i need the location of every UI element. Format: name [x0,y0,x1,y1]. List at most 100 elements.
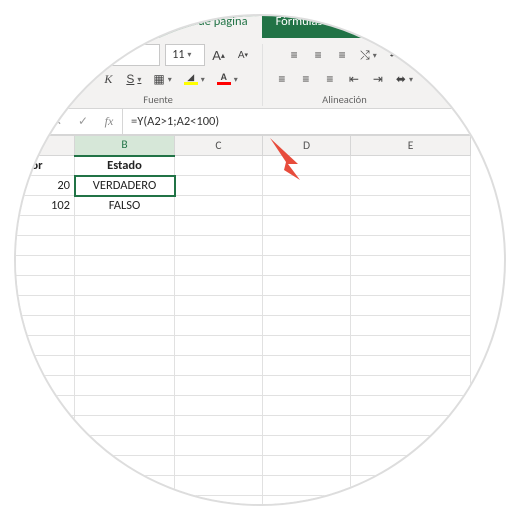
col-header-E[interactable]: E [351,136,471,156]
cell-B7[interactable] [75,276,175,296]
cell-E3[interactable] [351,196,471,216]
cell-D6[interactable] [263,256,351,276]
cell-B14[interactable] [75,416,175,436]
cell-D17[interactable] [263,476,351,496]
align-middle-button[interactable]: ≡ [307,44,329,66]
cell-C1[interactable] [175,156,263,176]
cell-E6[interactable] [351,256,471,276]
cell-A12[interactable] [14,376,75,396]
font-color-button[interactable]: A▾ [212,68,243,90]
cell-E8[interactable] [351,296,471,316]
cell-B9[interactable] [75,316,175,336]
cell-E13[interactable] [351,396,471,416]
decrease-indent-button[interactable]: ⇤ [343,68,365,90]
cell-C4[interactable] [175,216,263,236]
align-center-button[interactable]: ≡ [295,68,317,90]
cell-B13[interactable] [75,396,175,416]
cell-C6[interactable] [175,256,263,276]
cell-E2[interactable] [351,176,471,196]
cell-E4[interactable] [351,216,471,236]
cell-A16[interactable] [14,456,75,476]
cell-E14[interactable] [351,416,471,436]
format-painter-button[interactable]: 🖌 [16,67,41,89]
cell-C5[interactable] [175,236,263,256]
underline-button[interactable]: S▾ [121,68,146,90]
cell-A18[interactable] [14,496,75,507]
cell-C3[interactable] [175,196,263,216]
orientation-button[interactable]: ⤭▾ [355,44,382,66]
cell-B2[interactable]: VERDADERO [75,176,175,196]
cell-A1[interactable]: valor [14,156,75,176]
merge-button[interactable]: ⬌▾ [391,68,418,90]
cell-C12[interactable] [175,376,263,396]
shrink-font-button[interactable]: A▾ [232,44,254,66]
cell-A6[interactable] [14,256,75,276]
cell-B17[interactable] [75,476,175,496]
col-header-D[interactable]: D [263,136,351,156]
cell-C18[interactable] [175,496,263,507]
cell-C15[interactable] [175,436,263,456]
cell-C17[interactable] [175,476,263,496]
cell-D2[interactable] [263,176,351,196]
cell-E5[interactable] [351,236,471,256]
cell-D9[interactable] [263,316,351,336]
cell-E11[interactable] [351,356,471,376]
insert-function-button[interactable]: fx [96,109,122,135]
cell-C9[interactable] [175,316,263,336]
cell-B1[interactable]: Estado [75,156,175,176]
cell-E9[interactable] [351,316,471,336]
cell-B11[interactable] [75,356,175,376]
col-header-C[interactable]: C [175,136,263,156]
cell-C13[interactable] [175,396,263,416]
cell-B4[interactable] [75,216,175,236]
cell-D4[interactable] [263,216,351,236]
cell-E12[interactable] [351,376,471,396]
cell-D8[interactable] [263,296,351,316]
cell-A15[interactable] [14,436,75,456]
name-box[interactable]: ▾ [14,109,44,134]
cell-D15[interactable] [263,436,351,456]
col-header-A[interactable]: A [14,136,75,156]
cell-B3[interactable]: FALSO [75,196,175,216]
cell-C2[interactable] [175,176,263,196]
fill-color-button[interactable]: ◢▾ [179,68,210,90]
tab-disposicion[interactable]: Disposición de página [124,14,262,38]
borders-button[interactable]: ▦▾ [148,68,176,90]
cell-E7[interactable] [351,276,471,296]
align-left-button[interactable]: ≡ [271,68,293,90]
cancel-formula-button[interactable]: ✕ [44,109,70,135]
cell-C8[interactable] [175,296,263,316]
cell-B6[interactable] [75,256,175,276]
cell-B5[interactable] [75,236,175,256]
cell-A4[interactable] [14,216,75,236]
cell-B15[interactable] [75,436,175,456]
cell-E16[interactable] [351,456,471,476]
font-name-combo[interactable]: Calibri▾ [62,44,160,66]
font-size-combo[interactable]: 11▾ [165,44,205,66]
cell-C11[interactable] [175,356,263,376]
cell-B16[interactable] [75,456,175,476]
cell-C16[interactable] [175,456,263,476]
tab-insertar[interactable]: Insertar [56,14,124,38]
cell-D18[interactable] [263,496,351,507]
cell-A13[interactable] [14,396,75,416]
bold-button[interactable]: N [73,68,95,90]
cell-A2[interactable]: 20 [14,176,75,196]
copy-button[interactable]: ⧉ [18,44,40,66]
cell-A11[interactable] [14,356,75,376]
cell-A10[interactable] [14,336,75,356]
italic-button[interactable]: K [97,68,119,90]
cell-E15[interactable] [351,436,471,456]
cell-C7[interactable] [175,276,263,296]
cell-D11[interactable] [263,356,351,376]
col-header-B[interactable]: B [75,136,175,156]
cell-A17[interactable] [14,476,75,496]
cell-E17[interactable] [351,476,471,496]
cell-A9[interactable] [14,316,75,336]
cell-A5[interactable] [14,236,75,256]
cell-B12[interactable] [75,376,175,396]
formula-input[interactable]: =Y(A2>1;A2<100) [123,109,506,134]
cell-B18[interactable] [75,496,175,507]
wrap-text-button[interactable]: ⮐ [384,44,406,66]
cell-D7[interactable] [263,276,351,296]
